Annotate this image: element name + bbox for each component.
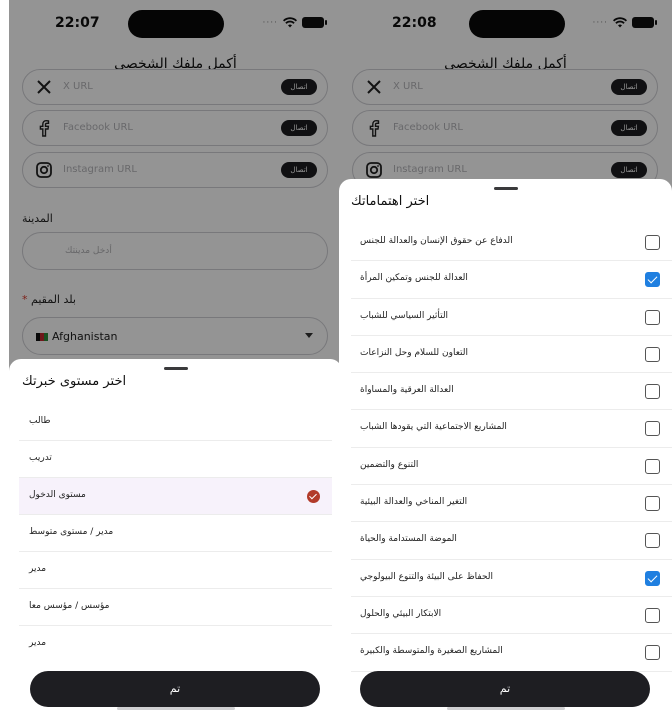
checkbox-icon[interactable] xyxy=(645,533,660,549)
option-label: مدير / مستوى متوسط xyxy=(29,527,114,537)
option-label: التأثير السياسي للشباب xyxy=(360,310,449,321)
experience-option-selected[interactable]: مستوى الدخول xyxy=(19,478,332,515)
option-label: الحفاظ على البيئة والتنوع البيولوجي xyxy=(360,571,494,582)
done-button[interactable]: تم xyxy=(30,671,320,707)
option-label: الابتكار البيئي والحلول xyxy=(360,608,442,619)
interest-option[interactable]: التأثير السياسي للشباب xyxy=(351,299,672,336)
option-label: مدير xyxy=(29,564,47,574)
sheet-title: اختر اهتماماتك xyxy=(351,194,430,209)
experience-option[interactable]: مؤسس / مؤسس معا xyxy=(19,589,332,626)
interest-option[interactable]: الدفاع عن حقوق الإنسان والعدالة للجنس xyxy=(351,224,672,262)
home-indicator xyxy=(116,707,235,710)
checkbox-icon[interactable] xyxy=(645,607,660,623)
experience-option[interactable]: طالب xyxy=(19,404,332,441)
interests-sheet: اختر اهتماماتك الدفاع عن حقوق الإنسان وا… xyxy=(339,179,672,711)
done-button[interactable]: تم xyxy=(360,671,650,707)
left-phone-screen: 22:07 ···· أكمل ملفك الشخصي X URL اتصال … xyxy=(9,0,342,711)
checkbox-icon[interactable] xyxy=(645,235,660,250)
interest-option[interactable]: التغير المناخي والعدالة البيئية xyxy=(351,485,672,523)
selected-check-icon xyxy=(307,490,320,503)
checkbox-checked-icon[interactable] xyxy=(645,272,660,288)
option-label: مدير xyxy=(29,638,47,648)
option-label: العدالة العرقية والمساواة xyxy=(360,385,454,396)
option-label: الدفاع عن حقوق الإنسان والعدالة للجنس xyxy=(360,236,513,246)
sheet-title: اختر مستوى خبرتك xyxy=(22,374,127,389)
option-label: المشاريع الصغيرة والمتوسطة والكبيرة xyxy=(360,646,503,657)
sheet-grabber[interactable] xyxy=(493,187,518,190)
interest-option[interactable]: العدالة العرقية والمساواة xyxy=(351,373,672,411)
experience-options: طالب تدريب مستوى الدخول مدير / مستوى متو… xyxy=(9,404,342,663)
interest-option[interactable]: المشاريع الصغيرة والمتوسطة والكبيرة xyxy=(351,634,672,672)
interest-option[interactable]: العدالة للجنس وتمكين المرأة xyxy=(351,261,672,299)
checkbox-icon[interactable] xyxy=(645,421,660,437)
experience-level-sheet: اختر مستوى خبرتك طالب تدريب مستوى الدخول… xyxy=(9,359,342,711)
interest-option[interactable]: الحفاظ على البيئة والتنوع البيولوجي xyxy=(351,560,672,597)
option-label: طالب xyxy=(29,416,51,426)
option-label: العدالة للجنس وتمكين المرأة xyxy=(360,273,468,284)
option-label: مستوى الدخول xyxy=(29,490,86,500)
checkbox-icon[interactable] xyxy=(645,309,660,325)
interest-options: الدفاع عن حقوق الإنسان والعدالة للجنس الع… xyxy=(339,224,672,672)
checkbox-icon[interactable] xyxy=(645,346,660,362)
home-indicator xyxy=(446,707,565,710)
option-label: مؤسس / مؤسس معا xyxy=(29,601,110,611)
checkbox-icon[interactable] xyxy=(645,645,660,661)
option-label: تدريب xyxy=(29,453,52,463)
checkbox-checked-icon[interactable] xyxy=(645,570,660,586)
option-label: التنوع والتضمين xyxy=(360,459,419,470)
experience-option[interactable]: مدير / مستوى متوسط xyxy=(19,515,332,552)
checkbox-icon[interactable] xyxy=(645,384,660,400)
option-label: التعاون للسلام وحل النزاعات xyxy=(360,347,469,358)
interest-option[interactable]: الابتكار البيئي والحلول xyxy=(351,597,672,635)
option-label: التغير المناخي والعدالة البيئية xyxy=(360,497,468,508)
experience-option[interactable]: مدير xyxy=(19,552,332,589)
experience-option[interactable]: تدريب xyxy=(19,441,332,478)
experience-option[interactable]: مدير xyxy=(19,626,332,663)
checkbox-icon[interactable] xyxy=(645,458,660,474)
interest-option[interactable]: الموضة المستدامة والحياة xyxy=(351,522,672,560)
interest-option[interactable]: المشاريع الاجتماعية التي يقودها الشباب xyxy=(351,410,672,448)
interest-option[interactable]: التنوع والتضمين xyxy=(351,448,672,486)
option-label: المشاريع الاجتماعية التي يقودها الشباب xyxy=(360,422,507,433)
right-phone-screen: 22:08 ···· أكمل ملفك الشخصي X URL اتصال … xyxy=(339,0,672,711)
checkbox-icon[interactable] xyxy=(645,496,660,512)
interest-option[interactable]: التعاون للسلام وحل النزاعات xyxy=(351,336,672,374)
option-label: الموضة المستدامة والحياة xyxy=(360,534,457,545)
sheet-grabber[interactable] xyxy=(163,367,188,370)
